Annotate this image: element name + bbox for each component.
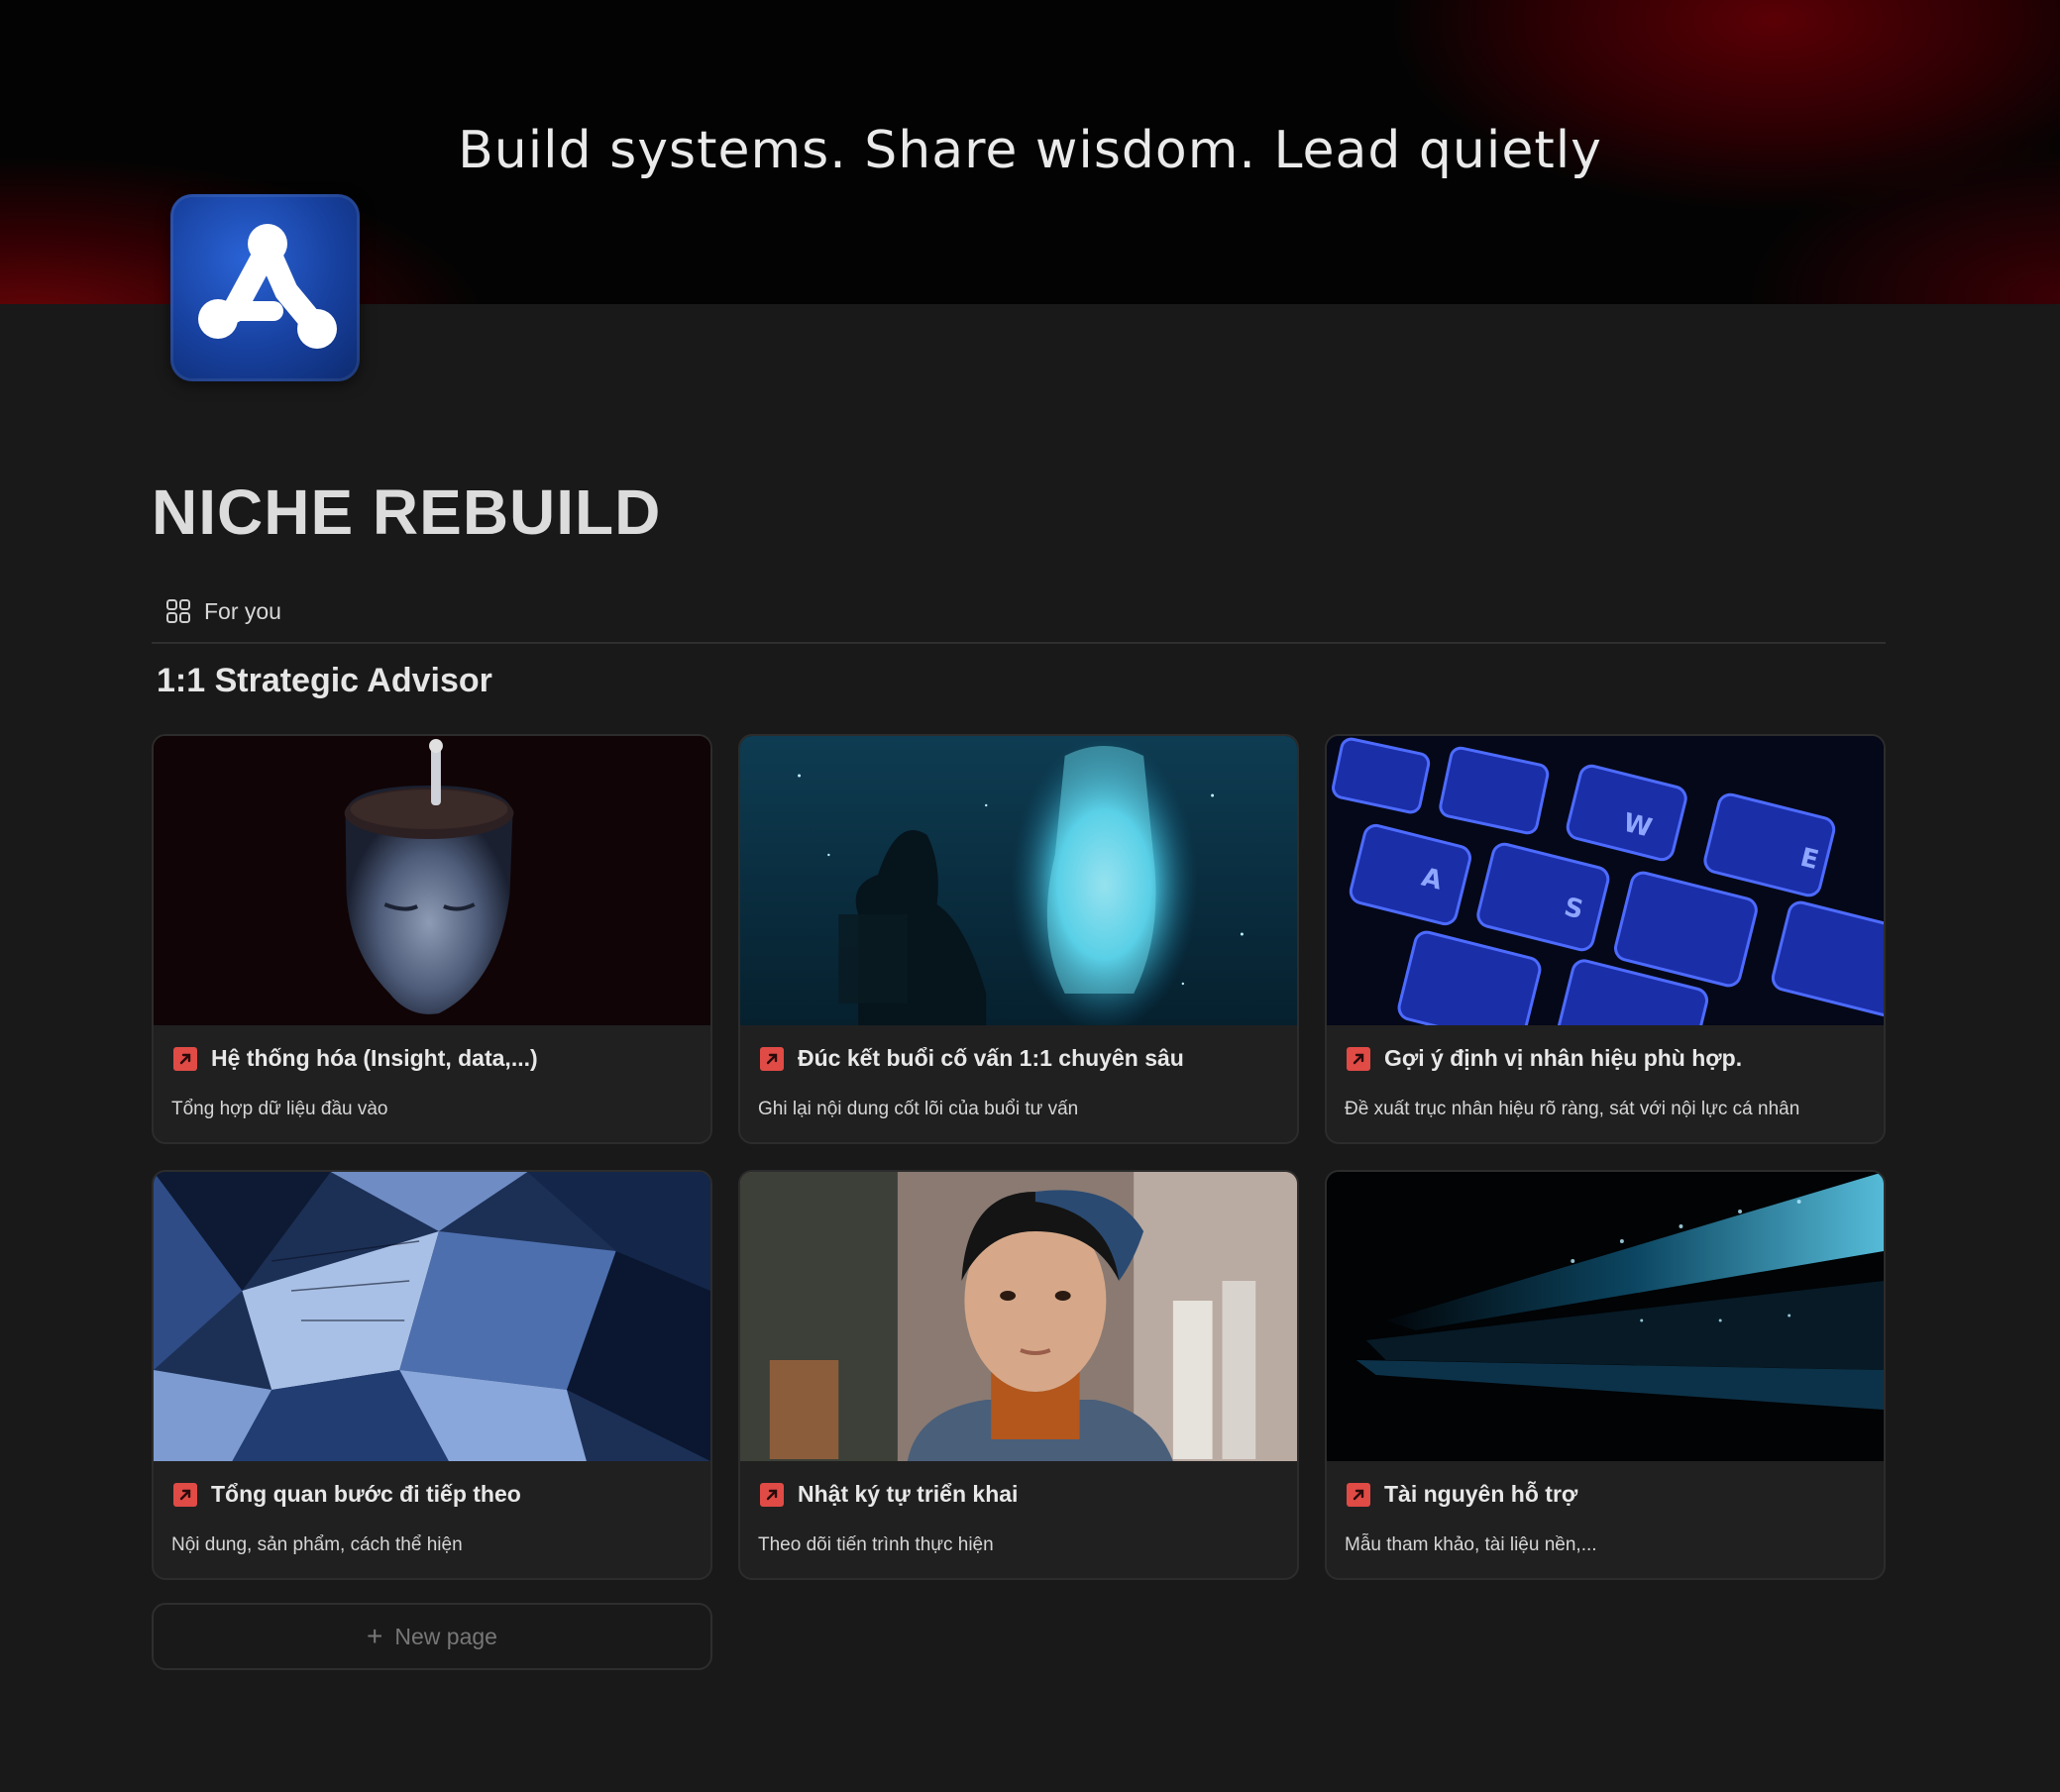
gallery-card[interactable]: Nhật ký tự triển khai Theo dõi tiến trìn… <box>738 1170 1299 1580</box>
gallery-card[interactable]: Tổng quan bước đi tiếp theo Nội dung, sả… <box>152 1170 712 1580</box>
page-logo-icon[interactable] <box>170 194 360 381</box>
gallery-card[interactable]: Đúc kết buổi cố vấn 1:1 chuyên sâu Ghi l… <box>738 734 1299 1144</box>
card-title: Đúc kết buổi cố vấn 1:1 chuyên sâu <box>798 1045 1184 1071</box>
card-cover-image <box>740 1172 1297 1461</box>
page-link-icon <box>760 1046 784 1071</box>
card-title: Tài nguyên hỗ trợ <box>1384 1481 1578 1507</box>
notion-page: Build systems. Share wisdom. Lead quietl… <box>0 0 2060 1792</box>
card-cover-image <box>1327 1172 1884 1461</box>
card-description: Mẫu tham khảo, tài liệu nền,... <box>1345 1534 1597 1555</box>
page-link-icon <box>173 1482 197 1507</box>
gallery-title: 1:1 Strategic Advisor <box>157 662 492 699</box>
new-page-button[interactable]: + New page <box>152 1603 712 1670</box>
card-cover-image <box>740 736 1297 1025</box>
card-cover-image <box>154 1172 710 1461</box>
card-title: Gợi ý định vị nhân hiệu phù hợp. <box>1384 1045 1743 1071</box>
gallery-view-icon <box>166 599 190 623</box>
card-cover-image <box>154 736 710 1025</box>
tab-label: For you <box>204 597 281 624</box>
card-title: Tổng quan bước đi tiếp theo <box>211 1481 521 1507</box>
card-title: Hệ thống hóa (Insight, data,...) <box>211 1045 538 1071</box>
divider <box>152 642 1886 644</box>
card-title: Nhật ký tự triển khai <box>798 1481 1019 1507</box>
card-description: Ghi lại nội dung cốt lõi của buổi tư vấn <box>758 1099 1079 1119</box>
page-link-icon <box>173 1046 197 1071</box>
cover-tagline: Build systems. Share wisdom. Lead quietl… <box>458 121 1602 180</box>
page-link-icon <box>1347 1482 1370 1507</box>
tab-for-you[interactable]: For you <box>164 592 281 630</box>
card-description: Nội dung, sản phẩm, cách thể hiện <box>171 1534 463 1555</box>
card-cover-image: W A S E <box>1327 736 1884 1025</box>
gallery-card[interactable]: Hệ thống hóa (Insight, data,...) Tổng hợ… <box>152 734 712 1144</box>
gallery-card[interactable]: Tài nguyên hỗ trợ Mẫu tham khảo, tài liệ… <box>1325 1170 1886 1580</box>
card-description: Đề xuất trục nhân hiệu rõ ràng, sát với … <box>1345 1099 1800 1119</box>
card-description: Theo dõi tiến trình thực hiện <box>758 1534 994 1555</box>
gallery-card[interactable]: W A S E Gợi ý định vị nhân hiệu phù hợp.… <box>1325 734 1886 1144</box>
new-page-label: New page <box>394 1623 497 1649</box>
gallery-grid: Hệ thống hóa (Insight, data,...) Tổng hợ… <box>152 734 1886 1580</box>
page-link-icon <box>760 1482 784 1507</box>
card-description: Tổng hợp dữ liệu đầu vào <box>171 1099 388 1119</box>
page-link-icon <box>1347 1046 1370 1071</box>
plus-icon: + <box>367 1621 383 1651</box>
page-title[interactable]: NICHE REBUILD <box>152 475 661 549</box>
